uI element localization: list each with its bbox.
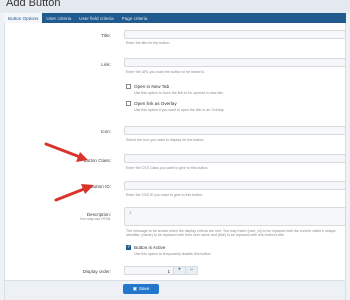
open-new-tab-explain: Use this option to force the link to be … [134,91,224,95]
link-input[interactable] [124,58,346,67]
button-class-explain: Enter the CSS Class you want to give to … [126,166,209,170]
icon-explain: Select the icon you want to display for … [126,138,205,142]
button-active-label[interactable]: Button is Active [134,245,165,250]
open-overlay-checkbox[interactable] [126,101,131,106]
title-explain: Enter the title for the button. [126,41,171,45]
save-button-label: Save [138,286,150,291]
tab-page-criteria[interactable]: Page criteria [118,13,152,23]
button-id-arrow-icon [54,184,94,202]
display-order-label: Display order: [82,269,111,274]
button-class-input[interactable] [124,154,346,163]
tab-button-options[interactable]: Button Options [4,13,43,23]
title-input[interactable] [124,30,346,39]
title-label: Title: [101,33,111,38]
button-class-arrow-icon [44,142,88,162]
button-id-input[interactable] [124,181,346,190]
description-explain: The message to be shown when the display… [126,229,336,238]
link-label: Link: [101,62,111,67]
button-id-explain: Enter the CSS ID you want to give to thi… [126,193,204,197]
button-active-explain: Use this option to temporarily disable t… [134,252,212,256]
save-button[interactable]: ▣ Save [123,284,159,294]
link-explain: Enter the URL you want the button to be … [126,70,206,74]
display-order-stepper: 1 + − [124,266,200,275]
increment-button[interactable]: + [174,266,186,275]
page-title: Add Button [6,0,61,9]
open-new-tab-label[interactable]: Open in New Tab [134,84,169,89]
icon-input[interactable] [124,126,346,135]
tab-user-criteria[interactable]: User criteria [42,13,75,23]
tab-user-field-criteria[interactable]: User field criteria [75,13,117,23]
open-overlay-explain: Use this option if you want to open the … [134,108,225,112]
description-sublabel: You may use HTML [79,217,111,221]
description-textarea[interactable]: 1 [124,207,346,226]
description-value: 1 [129,210,132,215]
submit-row: ▣ Save [5,280,345,300]
button-active-checkbox[interactable] [126,244,131,250]
save-icon: ▣ [132,287,137,292]
overlay-title-bar: Add Button [0,0,350,13]
decrement-button[interactable]: − [186,266,198,275]
display-order-input[interactable]: 1 [124,266,174,275]
open-new-tab-checkbox[interactable] [126,84,131,89]
open-overlay-label[interactable]: Open link as Overlay [134,101,177,106]
tab-bar: Button Options User criteria User field … [4,13,346,23]
icon-label: Icon: [101,129,111,134]
